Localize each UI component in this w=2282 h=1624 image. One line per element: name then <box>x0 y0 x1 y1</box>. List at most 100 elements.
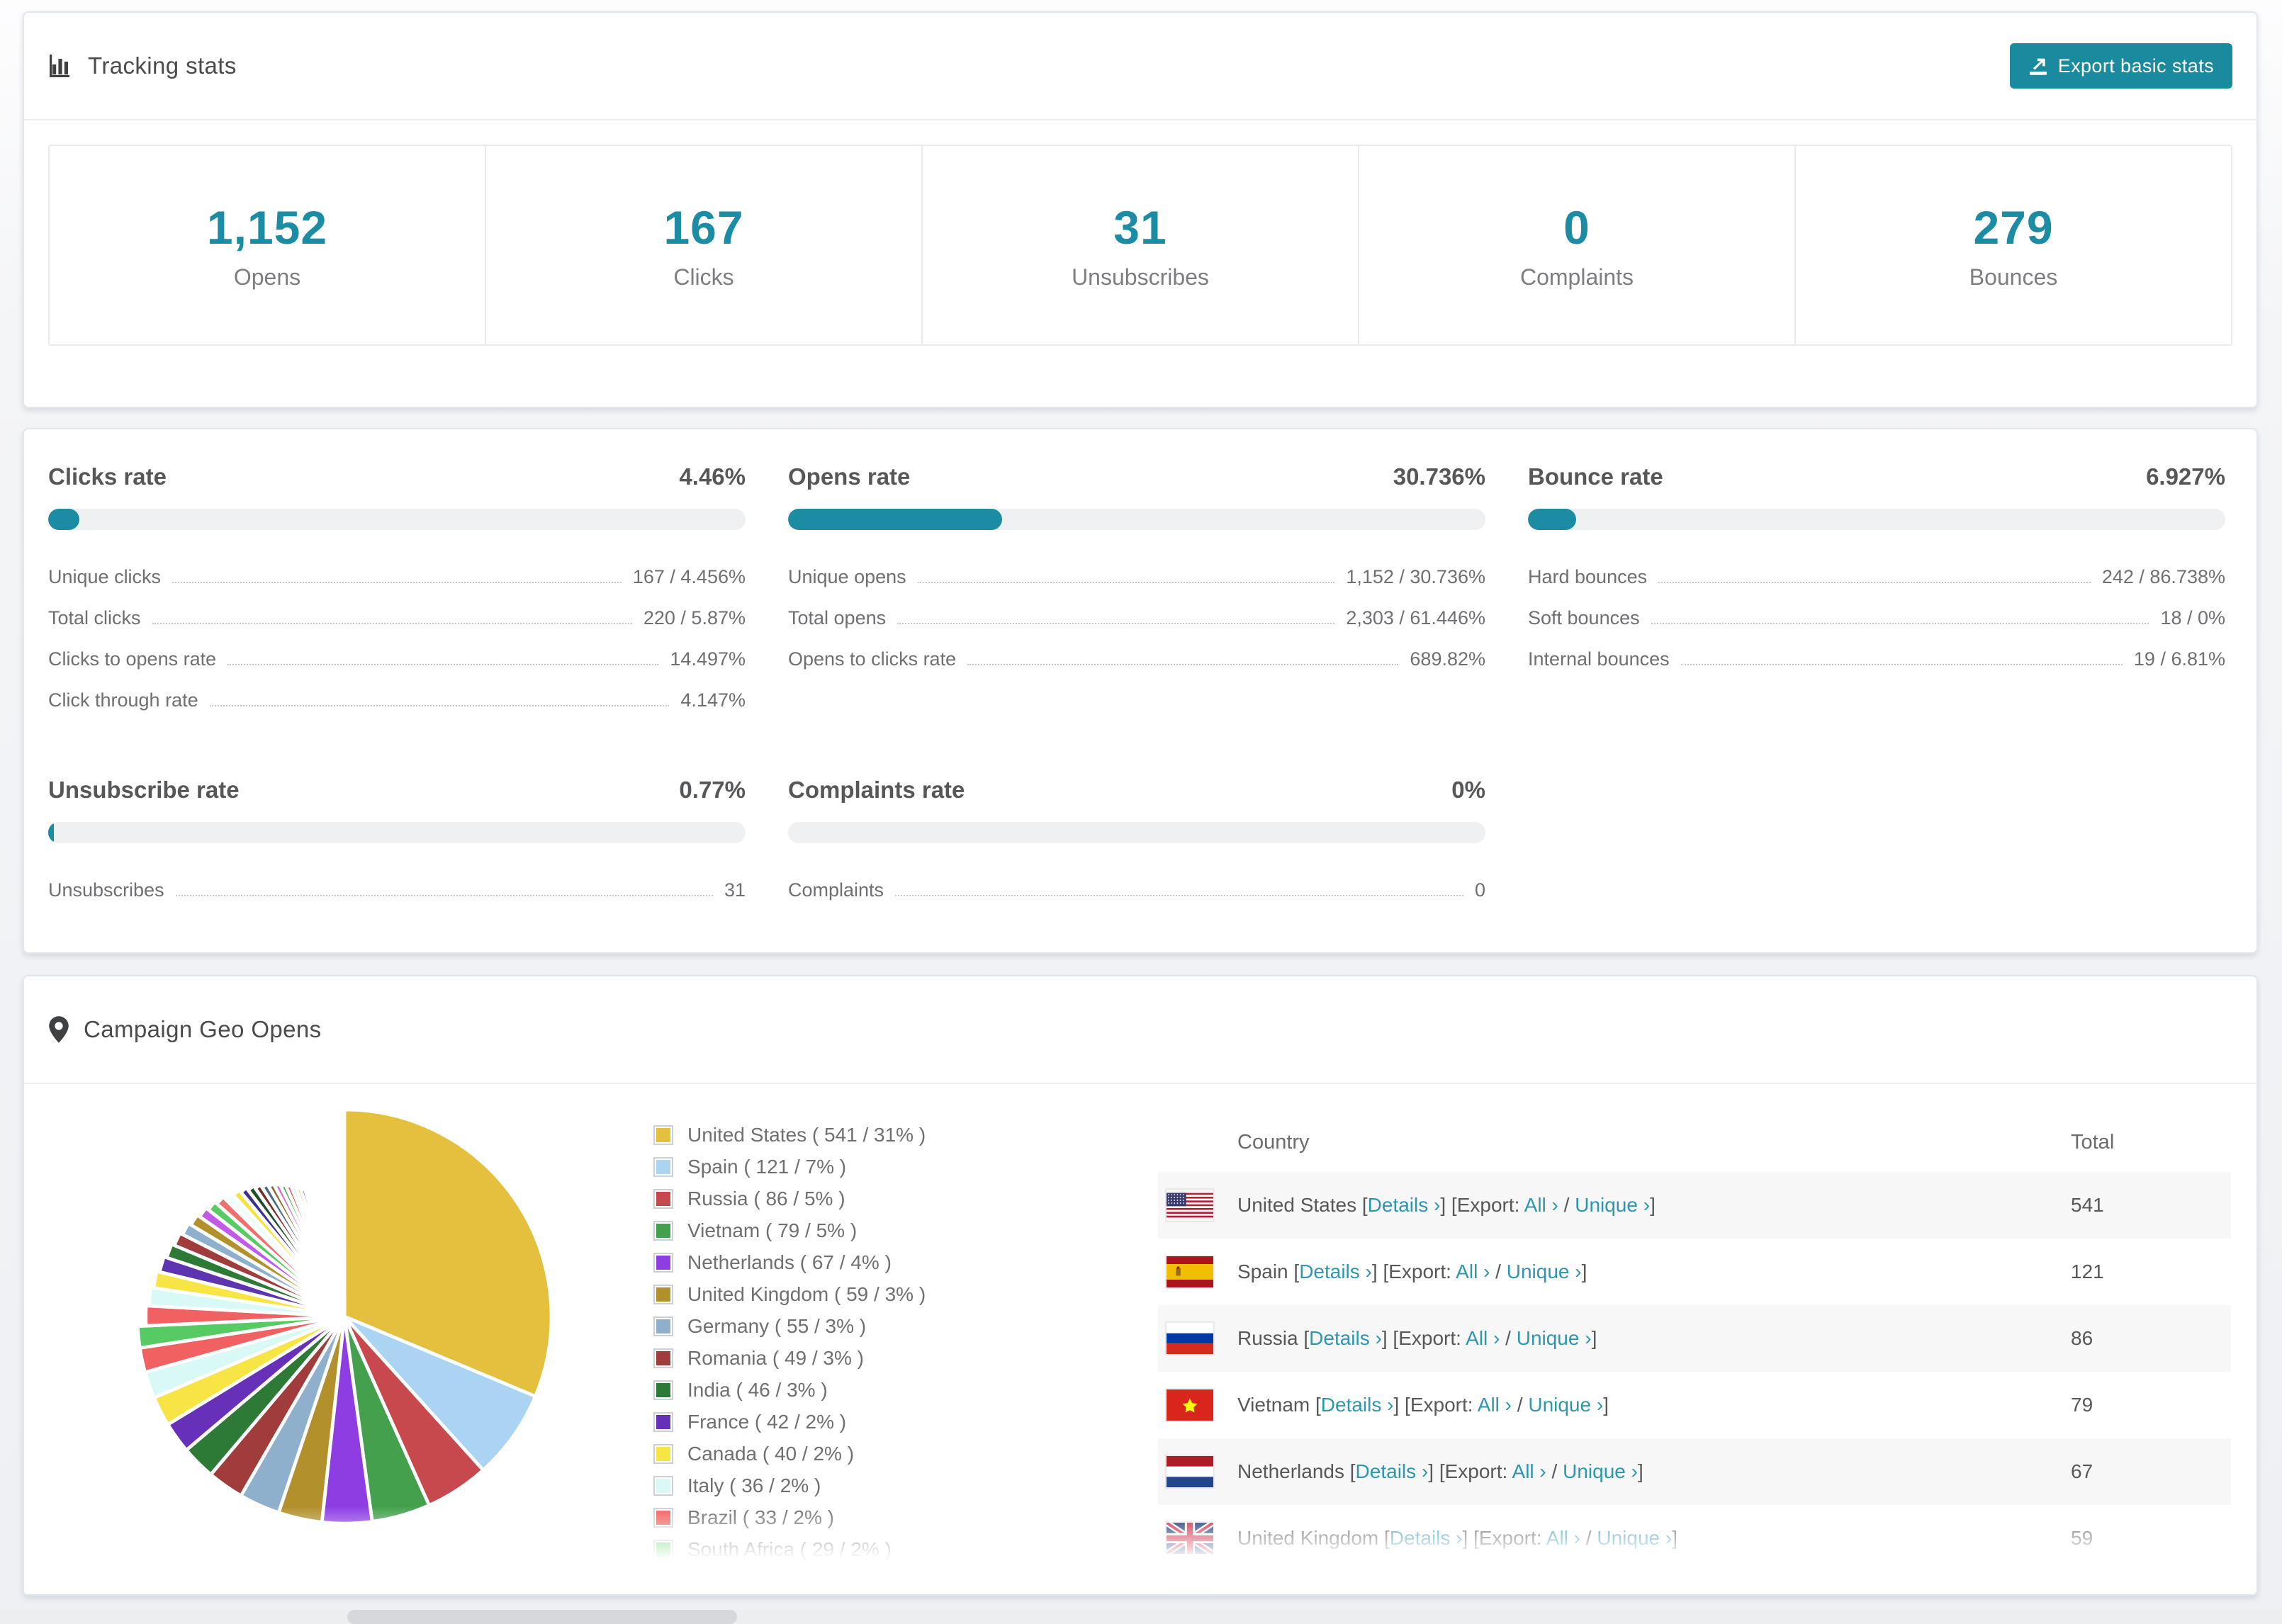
rate-percent-clicks-rate: 4.46% <box>679 463 746 490</box>
geo-total-netherlands: 67 <box>2071 1460 2093 1482</box>
legend-item-russia[interactable]: Russia ( 86 / 5% ) <box>653 1188 926 1210</box>
metric-row-total-opens: Total opens 2,303 / 61.446% <box>788 607 1485 628</box>
metric-row-complaints: Complaints 0 <box>788 879 1485 901</box>
details-link-spain[interactable]: Details › <box>1299 1261 1372 1282</box>
export-all-link-russia[interactable]: All › <box>1466 1327 1500 1349</box>
legend-label-italy: Italy ( 36 / 2% ) <box>687 1474 821 1496</box>
geo-table-row-netherlands: Netherlands [Details ›] [Export: All › /… <box>1158 1438 2231 1505</box>
legend-item-united-states[interactable]: United States ( 541 / 31% ) <box>653 1124 926 1146</box>
metric-row-unique-clicks: Unique clicks 167 / 4.456% <box>48 566 746 587</box>
legend-chip-russia <box>653 1189 673 1209</box>
rate-title-clicks-rate: Clicks rate <box>48 463 167 490</box>
export-unique-link-vietnam[interactable]: Unique › <box>1528 1394 1603 1416</box>
geo-pie-legend: United States ( 541 / 31% ) Spain ( 121 /… <box>653 1124 926 1570</box>
geo-table-header-total: Total <box>2071 1130 2115 1154</box>
legend-label-france: France ( 42 / 2% ) <box>687 1411 847 1433</box>
export-all-link-spain[interactable]: All › <box>1456 1261 1490 1282</box>
horizontal-scrollbar-thumb[interactable] <box>347 1610 737 1624</box>
legend-item-brazil[interactable]: Brazil ( 33 / 2% ) <box>653 1506 926 1529</box>
metric-row-internal-bounces: Internal bounces 19 / 6.81% <box>1528 648 2225 670</box>
legend-item-united-kingdom[interactable]: United Kingdom ( 59 / 3% ) <box>653 1283 926 1306</box>
stat-box-bounces: 279 Bounces <box>1796 146 2231 344</box>
dotted-leader <box>1651 623 2149 624</box>
export-all-link-vietnam[interactable]: All › <box>1478 1394 1512 1416</box>
details-link-united-states[interactable]: Details › <box>1368 1194 1441 1216</box>
details-link-vietnam[interactable]: Details › <box>1321 1394 1394 1416</box>
geo-total-spain: 121 <box>2071 1261 2104 1282</box>
legend-item-romania[interactable]: Romania ( 49 / 3% ) <box>653 1347 926 1370</box>
export-basic-stats-label: Export basic stats <box>2057 55 2214 77</box>
horizontal-scrollbar-track[interactable] <box>0 1610 2282 1624</box>
legend-item-netherlands[interactable]: Netherlands ( 67 / 4% ) <box>653 1251 926 1274</box>
progress-fill-clicks-rate <box>48 509 79 530</box>
export-unique-link-united-kingdom[interactable]: Unique › <box>1597 1527 1672 1549</box>
legend-item-vietnam[interactable]: Vietnam ( 79 / 5% ) <box>653 1219 926 1242</box>
geo-title: Campaign Geo Opens <box>84 1016 322 1042</box>
progress-fill-bounce-rate <box>1528 509 1577 530</box>
export-all-link-united-states[interactable]: All › <box>1524 1194 1558 1216</box>
export-unique-link-russia[interactable]: Unique › <box>1517 1327 1592 1349</box>
dotted-leader <box>1680 664 2123 665</box>
details-link-germany[interactable]: Details › <box>1330 1594 1403 1596</box>
stat-label-unsubscribes: Unsubscribes <box>1072 264 1209 290</box>
rates-grid: Clicks rate 4.46% Unique clicks 167 / 4.456… <box>48 463 2225 918</box>
legend-item-germany[interactable]: Germany ( 55 / 3% ) <box>653 1315 926 1338</box>
flag-ru-icon <box>1167 1323 1213 1354</box>
export-unique-link-spain[interactable]: Unique › <box>1507 1261 1582 1282</box>
rate-title-complaints-rate: Complaints rate <box>788 777 965 803</box>
stat-value-unsubscribes: 31 <box>1113 201 1167 254</box>
flag-vn-icon <box>1167 1389 1213 1421</box>
export-all-link-united-kingdom[interactable]: All › <box>1546 1527 1580 1549</box>
metric-row-unsubscribes: Unsubscribes 31 <box>48 879 746 901</box>
legend-label-south-africa: South Africa ( 29 / 2% ) <box>687 1538 892 1560</box>
tracking-stats-header: Tracking stats Export basic stats <box>24 13 2256 120</box>
rate-section-clicks-rate: Clicks rate 4.46% Unique clicks 167 / 4.456… <box>48 463 746 728</box>
rate-title-bounce-rate: Bounce rate <box>1528 463 1663 490</box>
geo-table-row-vietnam: Vietnam [Details ›] [Export: All › / Uni… <box>1158 1372 2231 1438</box>
legend-item-south-africa[interactable]: South Africa ( 29 / 2% ) <box>653 1538 926 1561</box>
stat-label-opens: Opens <box>233 264 301 290</box>
country-name-united-kingdom: United Kingdom <box>1237 1527 1385 1549</box>
legend-chip-germany <box>653 1316 673 1336</box>
legend-item-spain[interactable]: Spain ( 121 / 7% ) <box>653 1156 926 1178</box>
rate-section-unsubscribe-rate: Unsubscribe rate 0.77% Unsubscribes 31 <box>48 777 746 918</box>
legend-item-canada[interactable]: Canada ( 40 / 2% ) <box>653 1443 926 1465</box>
legend-label-india: India ( 46 / 3% ) <box>687 1379 828 1401</box>
stat-box-clicks: 167 Clicks <box>486 146 923 344</box>
export-unique-link-germany[interactable]: Unique › <box>1537 1594 1612 1596</box>
export-all-link-germany[interactable]: All › <box>1487 1594 1521 1596</box>
dotted-leader <box>175 895 713 896</box>
legend-label-russia: Russia ( 86 / 5% ) <box>687 1188 845 1209</box>
dotted-leader <box>1658 582 2091 583</box>
rate-section-complaints-rate: Complaints rate 0% Complaints 0 <box>788 777 1485 918</box>
export-all-link-netherlands[interactable]: All › <box>1512 1460 1546 1482</box>
export-unique-link-united-states[interactable]: Unique › <box>1575 1194 1650 1216</box>
legend-chip-vietnam <box>653 1221 673 1241</box>
stat-box-complaints: 0 Complaints <box>1359 146 1796 344</box>
campaign-stats-page: { "colors": { "accent_teal": "#1b8ca3", … <box>0 0 2282 1624</box>
stat-label-complaints: Complaints <box>1519 264 1634 290</box>
legend-item-italy[interactable]: Italy ( 36 / 2% ) <box>653 1474 926 1497</box>
dotted-leader <box>227 664 659 665</box>
export-unique-link-netherlands[interactable]: Unique › <box>1563 1460 1638 1482</box>
details-link-russia[interactable]: Details › <box>1309 1327 1382 1349</box>
details-link-united-kingdom[interactable]: Details › <box>1390 1527 1463 1549</box>
legend-label-romania: Romania ( 49 / 3% ) <box>687 1347 864 1369</box>
export-basic-stats-button[interactable]: Export basic stats <box>2009 43 2232 89</box>
stat-box-unsubscribes: 31 Unsubscribes <box>923 146 1359 344</box>
stat-label-clicks: Clicks <box>673 264 734 290</box>
dotted-leader <box>967 664 1399 665</box>
legend-label-canada: Canada ( 40 / 2% ) <box>687 1443 855 1465</box>
dotted-leader <box>172 582 622 583</box>
export-icon <box>2028 56 2048 76</box>
geo-total-united-kingdom: 59 <box>2071 1527 2093 1549</box>
rates-card: Clicks rate 4.46% Unique clicks 167 / 4.456… <box>23 428 2258 954</box>
stat-value-complaints: 0 <box>1563 201 1590 254</box>
legend-item-france[interactable]: France ( 42 / 2% ) <box>653 1411 926 1433</box>
country-name-netherlands: Netherlands <box>1237 1460 1350 1482</box>
legend-label-germany: Germany ( 55 / 3% ) <box>687 1315 867 1337</box>
details-link-netherlands[interactable]: Details › <box>1356 1460 1429 1482</box>
legend-item-india[interactable]: India ( 46 / 3% ) <box>653 1379 926 1402</box>
geo-total-russia: 86 <box>2071 1327 2093 1349</box>
page-title: Tracking stats <box>88 52 237 79</box>
